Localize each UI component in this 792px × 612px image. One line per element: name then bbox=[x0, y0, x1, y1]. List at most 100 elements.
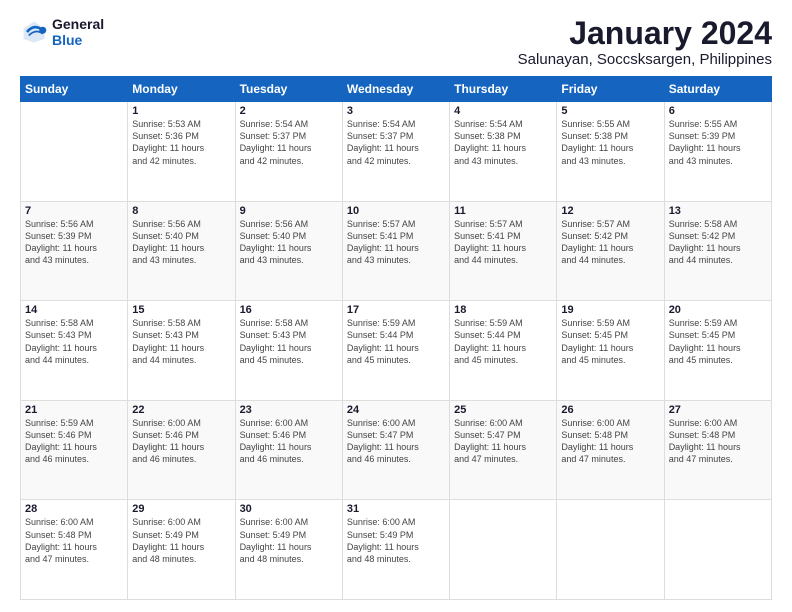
logo-text: General Blue bbox=[52, 16, 104, 48]
day-number: 12 bbox=[561, 205, 659, 217]
header: General Blue January 2024 Salunayan, Soc… bbox=[20, 16, 772, 68]
day-info: Sunrise: 5:54 AM Sunset: 5:38 PM Dayligh… bbox=[454, 118, 552, 167]
table-row bbox=[21, 102, 128, 202]
table-row: 5Sunrise: 5:55 AM Sunset: 5:38 PM Daylig… bbox=[557, 102, 664, 202]
table-row: 29Sunrise: 6:00 AM Sunset: 5:49 PM Dayli… bbox=[128, 500, 235, 600]
day-info: Sunrise: 5:57 AM Sunset: 5:42 PM Dayligh… bbox=[561, 218, 659, 267]
header-monday: Monday bbox=[128, 77, 235, 102]
day-info: Sunrise: 5:57 AM Sunset: 5:41 PM Dayligh… bbox=[454, 218, 552, 267]
header-wednesday: Wednesday bbox=[342, 77, 449, 102]
table-row bbox=[450, 500, 557, 600]
day-info: Sunrise: 5:59 AM Sunset: 5:46 PM Dayligh… bbox=[25, 417, 123, 466]
day-info: Sunrise: 5:57 AM Sunset: 5:41 PM Dayligh… bbox=[347, 218, 445, 267]
table-row: 26Sunrise: 6:00 AM Sunset: 5:48 PM Dayli… bbox=[557, 400, 664, 500]
day-number: 16 bbox=[240, 304, 338, 316]
table-row: 8Sunrise: 5:56 AM Sunset: 5:40 PM Daylig… bbox=[128, 201, 235, 301]
day-info: Sunrise: 5:55 AM Sunset: 5:39 PM Dayligh… bbox=[669, 118, 767, 167]
day-info: Sunrise: 5:58 AM Sunset: 5:43 PM Dayligh… bbox=[240, 317, 338, 366]
header-friday: Friday bbox=[557, 77, 664, 102]
day-number: 18 bbox=[454, 304, 552, 316]
day-number: 2 bbox=[240, 105, 338, 117]
header-thursday: Thursday bbox=[450, 77, 557, 102]
day-number: 31 bbox=[347, 503, 445, 515]
table-row: 28Sunrise: 6:00 AM Sunset: 5:48 PM Dayli… bbox=[21, 500, 128, 600]
logo: General Blue bbox=[20, 16, 104, 48]
table-row: 7Sunrise: 5:56 AM Sunset: 5:39 PM Daylig… bbox=[21, 201, 128, 301]
day-number: 1 bbox=[132, 105, 230, 117]
table-row: 9Sunrise: 5:56 AM Sunset: 5:40 PM Daylig… bbox=[235, 201, 342, 301]
title-block: January 2024 Salunayan, Soccsksargen, Ph… bbox=[518, 16, 772, 68]
calendar-week-row: 28Sunrise: 6:00 AM Sunset: 5:48 PM Dayli… bbox=[21, 500, 772, 600]
table-row: 4Sunrise: 5:54 AM Sunset: 5:38 PM Daylig… bbox=[450, 102, 557, 202]
day-info: Sunrise: 6:00 AM Sunset: 5:48 PM Dayligh… bbox=[669, 417, 767, 466]
day-number: 24 bbox=[347, 404, 445, 416]
table-row: 17Sunrise: 5:59 AM Sunset: 5:44 PM Dayli… bbox=[342, 301, 449, 401]
table-row: 22Sunrise: 6:00 AM Sunset: 5:46 PM Dayli… bbox=[128, 400, 235, 500]
day-number: 5 bbox=[561, 105, 659, 117]
table-row: 12Sunrise: 5:57 AM Sunset: 5:42 PM Dayli… bbox=[557, 201, 664, 301]
day-info: Sunrise: 6:00 AM Sunset: 5:46 PM Dayligh… bbox=[132, 417, 230, 466]
table-row: 20Sunrise: 5:59 AM Sunset: 5:45 PM Dayli… bbox=[664, 301, 771, 401]
day-info: Sunrise: 6:00 AM Sunset: 5:49 PM Dayligh… bbox=[240, 516, 338, 565]
day-number: 26 bbox=[561, 404, 659, 416]
day-number: 8 bbox=[132, 205, 230, 217]
table-row: 15Sunrise: 5:58 AM Sunset: 5:43 PM Dayli… bbox=[128, 301, 235, 401]
day-number: 11 bbox=[454, 205, 552, 217]
day-info: Sunrise: 5:54 AM Sunset: 5:37 PM Dayligh… bbox=[240, 118, 338, 167]
table-row: 14Sunrise: 5:58 AM Sunset: 5:43 PM Dayli… bbox=[21, 301, 128, 401]
day-number: 6 bbox=[669, 105, 767, 117]
calendar-week-row: 7Sunrise: 5:56 AM Sunset: 5:39 PM Daylig… bbox=[21, 201, 772, 301]
day-info: Sunrise: 6:00 AM Sunset: 5:47 PM Dayligh… bbox=[454, 417, 552, 466]
day-info: Sunrise: 5:59 AM Sunset: 5:45 PM Dayligh… bbox=[669, 317, 767, 366]
day-info: Sunrise: 5:54 AM Sunset: 5:37 PM Dayligh… bbox=[347, 118, 445, 167]
day-number: 4 bbox=[454, 105, 552, 117]
table-row: 2Sunrise: 5:54 AM Sunset: 5:37 PM Daylig… bbox=[235, 102, 342, 202]
day-info: Sunrise: 5:58 AM Sunset: 5:43 PM Dayligh… bbox=[132, 317, 230, 366]
table-row: 11Sunrise: 5:57 AM Sunset: 5:41 PM Dayli… bbox=[450, 201, 557, 301]
table-row: 21Sunrise: 5:59 AM Sunset: 5:46 PM Dayli… bbox=[21, 400, 128, 500]
day-info: Sunrise: 6:00 AM Sunset: 5:46 PM Dayligh… bbox=[240, 417, 338, 466]
header-tuesday: Tuesday bbox=[235, 77, 342, 102]
day-info: Sunrise: 5:55 AM Sunset: 5:38 PM Dayligh… bbox=[561, 118, 659, 167]
header-saturday: Saturday bbox=[664, 77, 771, 102]
table-row: 1Sunrise: 5:53 AM Sunset: 5:36 PM Daylig… bbox=[128, 102, 235, 202]
day-info: Sunrise: 6:00 AM Sunset: 5:49 PM Dayligh… bbox=[132, 516, 230, 565]
table-row: 23Sunrise: 6:00 AM Sunset: 5:46 PM Dayli… bbox=[235, 400, 342, 500]
table-row: 13Sunrise: 5:58 AM Sunset: 5:42 PM Dayli… bbox=[664, 201, 771, 301]
day-info: Sunrise: 6:00 AM Sunset: 5:47 PM Dayligh… bbox=[347, 417, 445, 466]
table-row: 31Sunrise: 6:00 AM Sunset: 5:49 PM Dayli… bbox=[342, 500, 449, 600]
calendar-week-row: 21Sunrise: 5:59 AM Sunset: 5:46 PM Dayli… bbox=[21, 400, 772, 500]
day-info: Sunrise: 5:56 AM Sunset: 5:39 PM Dayligh… bbox=[25, 218, 123, 267]
header-sunday: Sunday bbox=[21, 77, 128, 102]
day-info: Sunrise: 5:53 AM Sunset: 5:36 PM Dayligh… bbox=[132, 118, 230, 167]
day-number: 30 bbox=[240, 503, 338, 515]
day-number: 17 bbox=[347, 304, 445, 316]
logo-icon bbox=[20, 18, 48, 46]
day-info: Sunrise: 6:00 AM Sunset: 5:49 PM Dayligh… bbox=[347, 516, 445, 565]
table-row: 19Sunrise: 5:59 AM Sunset: 5:45 PM Dayli… bbox=[557, 301, 664, 401]
day-info: Sunrise: 5:56 AM Sunset: 5:40 PM Dayligh… bbox=[240, 218, 338, 267]
calendar-table: Sunday Monday Tuesday Wednesday Thursday… bbox=[20, 76, 772, 600]
table-row: 27Sunrise: 6:00 AM Sunset: 5:48 PM Dayli… bbox=[664, 400, 771, 500]
table-row bbox=[664, 500, 771, 600]
day-number: 20 bbox=[669, 304, 767, 316]
day-number: 21 bbox=[25, 404, 123, 416]
day-info: Sunrise: 5:59 AM Sunset: 5:45 PM Dayligh… bbox=[561, 317, 659, 366]
day-number: 29 bbox=[132, 503, 230, 515]
day-number: 14 bbox=[25, 304, 123, 316]
table-row: 3Sunrise: 5:54 AM Sunset: 5:37 PM Daylig… bbox=[342, 102, 449, 202]
day-number: 27 bbox=[669, 404, 767, 416]
day-number: 3 bbox=[347, 105, 445, 117]
table-row: 16Sunrise: 5:58 AM Sunset: 5:43 PM Dayli… bbox=[235, 301, 342, 401]
calendar-week-row: 1Sunrise: 5:53 AM Sunset: 5:36 PM Daylig… bbox=[21, 102, 772, 202]
day-number: 22 bbox=[132, 404, 230, 416]
table-row: 6Sunrise: 5:55 AM Sunset: 5:39 PM Daylig… bbox=[664, 102, 771, 202]
calendar-title: January 2024 bbox=[518, 16, 772, 51]
day-info: Sunrise: 5:59 AM Sunset: 5:44 PM Dayligh… bbox=[347, 317, 445, 366]
day-info: Sunrise: 5:59 AM Sunset: 5:44 PM Dayligh… bbox=[454, 317, 552, 366]
day-number: 28 bbox=[25, 503, 123, 515]
calendar-week-row: 14 Sunrise: 5:58 AM Sunset: 5:43 PM Dayli… bbox=[21, 301, 772, 401]
page: General Blue January 2024 Salunayan, Soc… bbox=[0, 0, 792, 612]
day-info: Sunrise: 5:56 AM Sunset: 5:40 PM Dayligh… bbox=[132, 218, 230, 267]
day-info: Sunrise: 5:58 AM Sunset: 5:42 PM Dayligh… bbox=[669, 218, 767, 267]
